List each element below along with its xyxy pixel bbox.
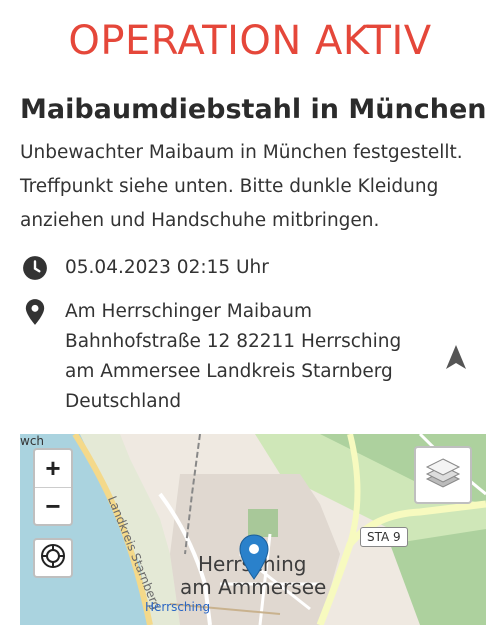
layers-button[interactable] (414, 446, 472, 504)
address-line: Deutschland (65, 391, 182, 412)
status-banner: OPERATION AKTIV (68, 18, 432, 64)
location-pin-icon (20, 297, 50, 327)
zoom-out-button[interactable]: − (35, 488, 71, 525)
address-line: Am Herrschinger Maibaum (65, 301, 313, 322)
road-shield: STA 9 (360, 527, 408, 547)
address-row: Am Herrschinger Maibaum Bahnhofstraße 12… (20, 297, 401, 417)
operation-datetime: 05.04.2023 02:15 Uhr (65, 257, 269, 278)
operation-address: Am Herrschinger Maibaum Bahnhofstraße 12… (65, 297, 401, 417)
address-line: am Ammersee Landkreis Starnberg (65, 361, 393, 382)
layers-icon (425, 457, 461, 494)
operation-description: Unbewachter Maibaum in München festgeste… (20, 142, 463, 231)
map-label-corner: wch (20, 434, 45, 448)
map-view[interactable]: wch Landkreis Starnberg Herrsching am Am… (20, 434, 486, 625)
locate-button[interactable] (33, 538, 73, 578)
clock-icon (20, 253, 50, 283)
zoom-in-button[interactable]: + (35, 450, 71, 487)
map-label-small-town: Herrsching (145, 600, 211, 614)
operation-title: Maibaumdiebstahl in München (20, 94, 487, 125)
zoom-control: + − (33, 448, 73, 526)
address-line: Bahnhofstraße 12 82211 Herrsching (65, 331, 402, 352)
datetime-row: 05.04.2023 02:15 Uhr (20, 253, 269, 283)
navigation-arrow-icon[interactable] (444, 344, 468, 370)
map-marker-icon[interactable] (239, 534, 269, 585)
locate-icon (39, 542, 67, 575)
